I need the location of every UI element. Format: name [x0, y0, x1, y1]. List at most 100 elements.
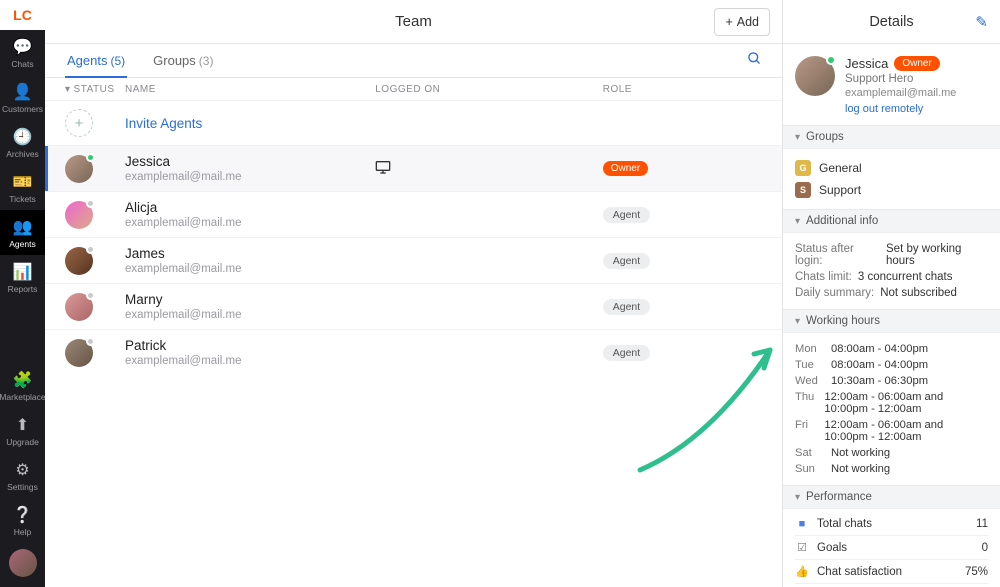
status-dot: [86, 153, 95, 162]
agent-email: examplemail@mail.me: [125, 217, 375, 229]
section-additional-header[interactable]: ▾Additional info: [783, 209, 1000, 233]
profile-role: Support Hero: [845, 73, 956, 85]
agent-rows: + Invite Agents Jessicaexamplemail@mail.…: [45, 100, 782, 375]
sidebar-item-reports[interactable]: 📊Reports: [0, 255, 45, 300]
chevron-down-icon: ▾: [795, 216, 800, 227]
wh-hours: 08:00am - 04:00pm: [831, 359, 928, 371]
section-groups-header[interactable]: ▾Groups: [783, 125, 1000, 149]
agent-row[interactable]: Alicja examplemail@mail.me Agent: [45, 191, 782, 237]
sidebar-item-tickets[interactable]: 🎫Tickets: [0, 165, 45, 210]
wh-hours: 10:30am - 06:30pm: [831, 375, 928, 387]
working-hours-row: Sat Not working: [795, 445, 988, 461]
main-header: Team +Add: [45, 0, 782, 44]
perf-value: 75%: [965, 566, 988, 578]
col-name[interactable]: NAME: [125, 84, 375, 95]
role-badge: Owner: [603, 161, 648, 176]
perf-value: 11: [976, 518, 988, 530]
edit-icon[interactable]: ✎: [975, 13, 988, 31]
agent-row[interactable]: Jessicaexamplemail@mail.me Owner: [45, 145, 782, 191]
working-hours-list: Mon 08:00am - 04:00pmTue 08:00am - 04:00pm…: [783, 333, 1000, 485]
chevron-down-icon: ▾: [795, 316, 800, 327]
invite-agents-row[interactable]: + Invite Agents: [45, 100, 782, 145]
sidebar-item-marketplace[interactable]: 🧩Marketplace: [0, 363, 45, 408]
sidebar-item-agents[interactable]: 👥Agents: [0, 210, 45, 255]
group-badge: S: [795, 182, 811, 198]
wh-hours: Not working: [831, 447, 890, 459]
sidebar-item-upgrade[interactable]: ⬆Upgrade: [0, 408, 45, 453]
performance-row: 👍 Chat satisfaction 75%: [795, 560, 988, 584]
status-dot: [86, 199, 95, 208]
perf-icon: 👍: [795, 565, 809, 578]
agent-name: Patrick: [125, 338, 375, 353]
group-badge: G: [795, 160, 811, 176]
role-badge: Agent: [603, 345, 650, 361]
customer-icon: 👤: [13, 82, 33, 102]
agent-name: Alicja: [125, 200, 375, 215]
app-sidebar: LC 💬Chats 👤Customers 🕘Archives 🎫Tickets …: [0, 0, 45, 587]
plus-icon: +: [725, 15, 732, 29]
avatar: [65, 339, 93, 367]
perf-icon: ■: [795, 518, 809, 530]
sidebar-item-settings[interactable]: ⚙Settings: [0, 453, 45, 498]
tab-groups[interactable]: Groups(3): [151, 44, 215, 77]
performance-row: ☑Goals0: [795, 536, 988, 560]
info-value: 3 concurrent chats: [858, 271, 953, 283]
logout-remotely-link[interactable]: log out remotely: [845, 103, 956, 115]
caret-down-icon: ▾: [65, 84, 71, 95]
invite-agents-link: Invite Agents: [125, 116, 375, 131]
role-badge: Agent: [603, 253, 650, 269]
role-badge: Agent: [603, 299, 650, 315]
wh-day: Sat: [795, 447, 821, 459]
group-row[interactable]: GGeneral: [795, 157, 988, 179]
chat-icon: 💬: [13, 37, 33, 57]
agent-row[interactable]: Marny examplemail@mail.me Agent: [45, 283, 782, 329]
section-performance-header[interactable]: ▾Performance: [783, 485, 1000, 509]
add-button[interactable]: +Add: [714, 8, 770, 36]
wh-day: Mon: [795, 343, 821, 355]
tab-agents[interactable]: Agents(5): [65, 44, 127, 77]
perf-icon: ☑: [795, 541, 809, 554]
sidebar-item-archives[interactable]: 🕘Archives: [0, 120, 45, 165]
avatar: [65, 247, 93, 275]
gear-icon: ⚙: [15, 460, 29, 480]
avatar: [65, 293, 93, 321]
agent-email: examplemail@mail.me: [125, 309, 375, 321]
working-hours-row: Tue 08:00am - 04:00pm: [795, 357, 988, 373]
reports-icon: 📊: [13, 262, 33, 282]
perf-label: Chat satisfaction: [817, 566, 957, 578]
role-badge: Agent: [603, 207, 650, 223]
groups-list: GGeneral SSupport: [783, 149, 1000, 209]
sidebar-item-help[interactable]: ❔Help: [0, 498, 45, 543]
profile-avatar: [795, 56, 835, 96]
working-hours-row: SunNot working: [795, 461, 988, 477]
wh-hours: 12:00am - 06:00am and 10:00pm - 12:00am: [824, 419, 988, 443]
status-dot: [86, 337, 95, 346]
agent-row[interactable]: Jamesexamplemail@mail.me Agent: [45, 237, 782, 283]
wh-day: Tue: [795, 359, 821, 371]
section-working-hours-header[interactable]: ▾Working hours: [783, 309, 1000, 333]
chevron-down-icon: ▾: [795, 132, 800, 143]
app-logo: LC: [0, 0, 45, 30]
agent-row[interactable]: Patrickexamplemail@mail.me Agent: [45, 329, 782, 375]
col-status[interactable]: ▾STATUS: [65, 84, 125, 95]
status-dot: [86, 291, 95, 300]
current-user-avatar[interactable]: [9, 549, 37, 577]
info-value: Set by working hours: [886, 243, 988, 267]
clock-icon: 🕘: [13, 127, 33, 147]
avatar: [65, 155, 93, 183]
details-title: Details: [869, 14, 913, 30]
col-logged[interactable]: LOGGED ON: [375, 84, 603, 95]
sidebar-item-chats[interactable]: 💬Chats: [0, 30, 45, 75]
agents-icon: 👥: [13, 217, 33, 237]
info-label: Daily summary:: [795, 287, 874, 299]
group-row[interactable]: SSupport: [795, 179, 988, 201]
sidebar-item-customers[interactable]: 👤Customers: [0, 75, 45, 120]
col-role[interactable]: ROLE: [603, 84, 762, 95]
details-header: Details ✎: [783, 0, 1000, 44]
status-dot: [86, 245, 95, 254]
agent-name: Marny: [125, 292, 375, 307]
wh-hours: 12:00am - 06:00am and 10:00pm - 12:00am: [824, 391, 988, 415]
agent-name: James: [125, 246, 375, 261]
search-icon[interactable]: [747, 51, 762, 70]
perf-value: 0: [982, 542, 988, 554]
